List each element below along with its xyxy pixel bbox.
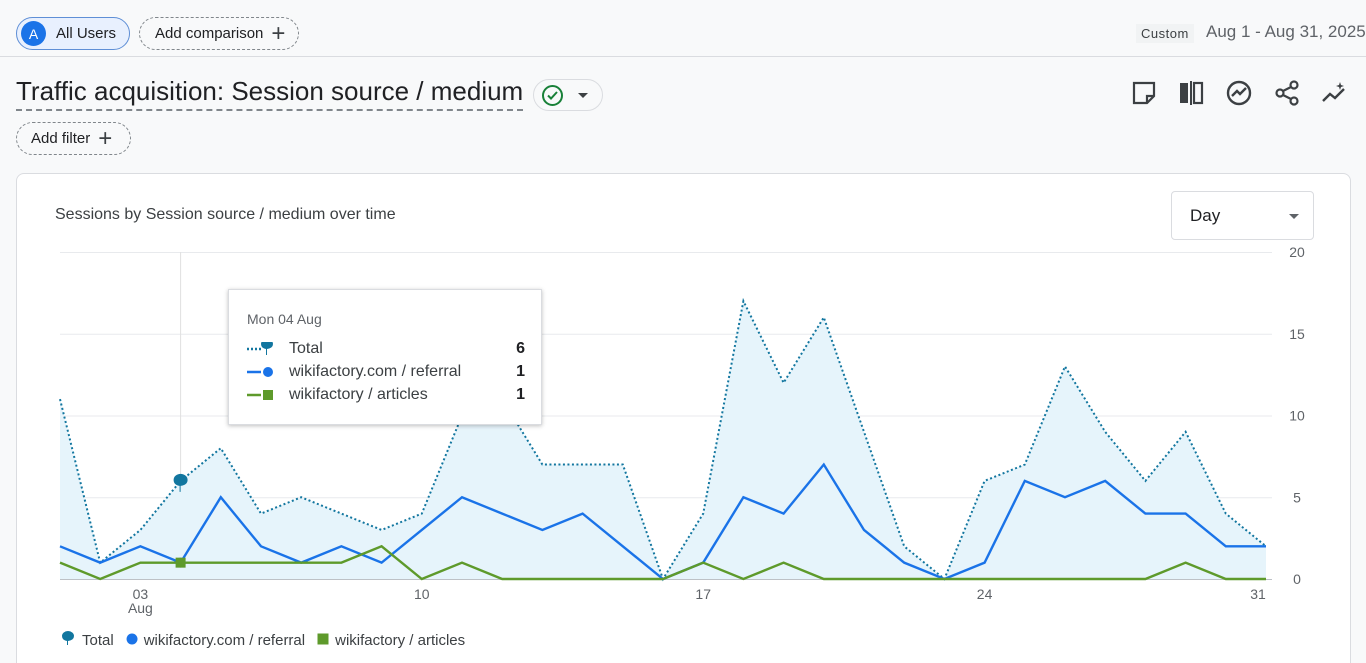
y-tick-label: 15 (1289, 326, 1305, 342)
tooltip-row-total: Total 6 (247, 338, 525, 360)
x-tick-label: 24 (977, 586, 993, 602)
chart-legend: Total wikifactory.com / referral wikifac… (60, 631, 477, 649)
legend-label: wikifactory.com / referral (143, 631, 306, 649)
total-marker-icon (247, 339, 275, 356)
tooltip-row-name: Total (289, 340, 323, 357)
tooltip-row-articles: wikifactory / articles 1 (247, 384, 525, 406)
articles-hover-marker (175, 557, 186, 568)
tooltip-date: Mon 04 Aug (247, 311, 322, 327)
tooltip-row-referral: wikifactory.com / referral 1 (247, 361, 525, 383)
sessions-line-chart[interactable]: 0510152003Aug10 17 24 31 (0, 0, 1366, 663)
legend-item-referral[interactable]: wikifactory.com / referral (126, 632, 305, 649)
tooltip-row-name: wikifactory.com / referral (289, 363, 462, 380)
legend-label: wikifactory / articles (335, 631, 466, 649)
x-tick-label: 31 (1250, 586, 1266, 602)
total-marker-icon (60, 631, 76, 649)
referral-marker-icon (247, 365, 275, 379)
y-tick-label: 0 (1293, 571, 1301, 587)
chart-tooltip: Mon 04 Aug Total 6 wikifactory.com / ref… (228, 289, 542, 425)
x-tick-label: 10 (414, 586, 430, 602)
tooltip-row-name: wikifactory / articles (289, 386, 428, 403)
square-marker-icon (317, 632, 329, 649)
y-tick-label: 5 (1293, 489, 1301, 505)
tooltip-row-value: 1 (516, 386, 525, 403)
articles-marker-icon (247, 388, 275, 402)
legend-item-total[interactable]: Total (60, 631, 114, 649)
x-tick-label: 17 (695, 586, 711, 602)
tooltip-row-value: 6 (516, 340, 525, 357)
tooltip-row-value: 1 (516, 363, 525, 380)
legend-item-articles[interactable]: wikifactory / articles (317, 632, 465, 649)
y-tick-label: 10 (1289, 408, 1305, 424)
legend-label: Total (82, 631, 114, 649)
y-tick-label: 20 (1289, 244, 1305, 260)
circle-marker-icon (126, 632, 138, 649)
x-tick-label: Aug (128, 600, 153, 616)
